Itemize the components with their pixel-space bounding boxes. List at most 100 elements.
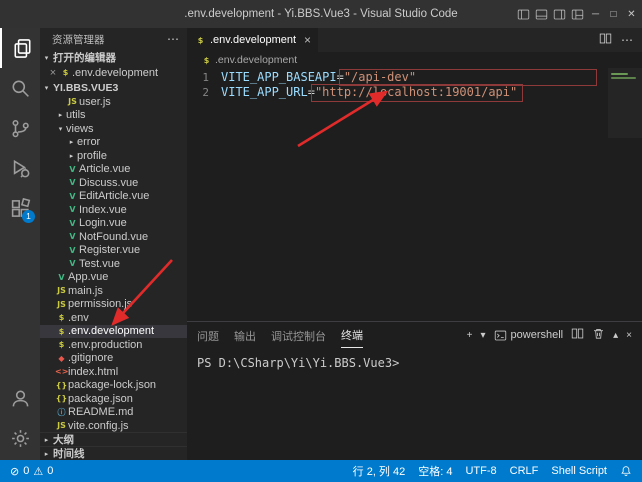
outline-section-header[interactable]: ▸ 大纲 <box>40 432 187 446</box>
terminal-profile-chevron-icon[interactable]: ▾ <box>481 330 486 341</box>
tree-item[interactable]: V Index.vue <box>40 203 187 217</box>
tree-item[interactable]: V NotFound.vue <box>40 230 187 244</box>
tab-close-icon[interactable]: × <box>304 33 311 47</box>
tree-item[interactable]: JS user.js <box>40 95 187 109</box>
eol-status[interactable]: CRLF <box>510 465 539 477</box>
file-type-icon: V <box>66 165 79 174</box>
error-icon: ⊘ <box>10 465 19 478</box>
activity-bar-bottom <box>0 378 40 458</box>
language-mode[interactable]: Shell Script <box>551 465 607 477</box>
kill-terminal-icon[interactable] <box>592 327 605 343</box>
tree-item[interactable]: {} package.json <box>40 392 187 406</box>
tree-item[interactable]: {} package-lock.json <box>40 379 187 393</box>
tree-item[interactable]: V EditArticle.vue <box>40 190 187 204</box>
panel-tab[interactable]: 输出 <box>234 323 256 348</box>
tree-item[interactable]: ▸ error <box>40 136 187 150</box>
tree-item[interactable]: V Article.vue <box>40 163 187 177</box>
close-panel-icon[interactable]: × <box>626 330 632 341</box>
extensions-badge: 1 <box>22 210 35 223</box>
tree-item[interactable]: $ .env.development <box>40 325 187 339</box>
sidebar-title: 资源管理器 <box>52 32 105 47</box>
tree-item[interactable]: V Login.vue <box>40 217 187 231</box>
search-icon[interactable] <box>0 68 40 108</box>
tree-item[interactable]: JS main.js <box>40 284 187 298</box>
account-icon[interactable] <box>0 378 40 418</box>
encoding-status[interactable]: UTF-8 <box>465 465 496 477</box>
code-editor[interactable]: 1 VITE_APP_BASEAPI="/api-dev" 2 VITE_APP… <box>187 68 642 322</box>
chevron-right-icon: ▸ <box>40 436 53 444</box>
minimize-button[interactable]: ─ <box>587 0 604 28</box>
folder-chevron-icon: ▸ <box>55 111 66 119</box>
tree-item[interactable]: ▸ utils <box>40 109 187 123</box>
file-type-icon: V <box>66 232 79 241</box>
file-type-icon: V <box>66 259 79 268</box>
tab-env-development[interactable]: $ .env.development × <box>187 28 318 52</box>
maximize-panel-icon[interactable]: ▴ <box>613 330 618 341</box>
new-terminal-icon[interactable]: + <box>467 330 473 341</box>
file-tree: JS user.js ▸ utils ▾ views ▸ error ▸ <box>40 95 187 433</box>
tree-item[interactable]: JS permission.js <box>40 298 187 312</box>
activity-bar: 1 <box>0 28 40 460</box>
tree-item[interactable]: ▸ profile <box>40 149 187 163</box>
file-type-icon: V <box>66 192 79 201</box>
title-bar: .env.development - Yi.BBS.Vue3 - Visual … <box>0 0 642 28</box>
terminal[interactable]: PS D:\CSharp\Yi\Yi.BBS.Vue3> <box>187 348 642 378</box>
tree-item[interactable]: ◆ .gitignore <box>40 352 187 366</box>
file-type-icon: <> <box>55 367 68 376</box>
file-type-icon: V <box>55 273 68 282</box>
file-type-icon: $ <box>55 327 68 336</box>
terminal-instance-item[interactable]: powershell <box>494 329 564 342</box>
close-icon[interactable]: × <box>47 67 59 79</box>
file-type-icon: ◆ <box>55 354 68 363</box>
maximize-button[interactable]: □ <box>605 0 622 28</box>
notifications-bell-icon[interactable] <box>620 465 632 477</box>
source-control-icon[interactable] <box>0 108 40 148</box>
tree-item[interactable]: <> index.html <box>40 365 187 379</box>
tree-item[interactable]: V App.vue <box>40 271 187 285</box>
open-editor-item[interactable]: × $ .env.development <box>40 65 187 80</box>
tree-item[interactable]: $ .env <box>40 311 187 325</box>
settings-gear-icon[interactable] <box>0 418 40 458</box>
window-controls: ─ □ ✕ <box>515 0 640 28</box>
file-type-icon: JS <box>55 300 68 309</box>
tree-item[interactable]: V Discuss.vue <box>40 176 187 190</box>
sidebar-bottom-sections: ▸ 大纲 ▸ 时间线 <box>40 432 187 460</box>
toggle-sidebar-icon[interactable] <box>515 0 532 28</box>
env-file-icon: $ <box>194 36 207 45</box>
project-root-header[interactable]: ▾ YI.BBS.VUE3 <box>40 80 187 95</box>
tree-item[interactable]: V Register.vue <box>40 244 187 258</box>
panel-tab[interactable]: 终端 <box>341 322 363 348</box>
open-editors-header[interactable]: ▾ 打开的编辑器 <box>40 50 187 65</box>
customize-layout-icon[interactable] <box>569 0 586 28</box>
breadcrumb[interactable]: $ .env.development <box>187 52 642 68</box>
panel-tab[interactable]: 问题 <box>197 323 219 348</box>
cursor-position[interactable]: 行 2, 列 42 <box>353 463 406 479</box>
toggle-panel-icon[interactable] <box>533 0 550 28</box>
tree-item[interactable]: ⓘ README.md <box>40 406 187 420</box>
toggle-secondary-sidebar-icon[interactable] <box>551 0 568 28</box>
problems-status[interactable]: ⊘ 0 ⚠ 0 <box>10 465 53 478</box>
close-window-button[interactable]: ✕ <box>623 0 640 28</box>
folder-chevron-icon: ▸ <box>66 152 77 160</box>
timeline-section-header[interactable]: ▸ 时间线 <box>40 446 187 460</box>
minimap[interactable] <box>608 68 642 138</box>
indentation-status[interactable]: 空格: 4 <box>418 463 452 479</box>
tree-item[interactable]: JS vite.config.js <box>40 419 187 433</box>
extensions-icon[interactable]: 1 <box>0 188 40 228</box>
chevron-down-icon: ▾ <box>40 54 53 62</box>
split-editor-icon[interactable] <box>599 32 612 48</box>
panel-tab[interactable]: 调试控制台 <box>271 323 326 348</box>
tree-item[interactable]: V Test.vue <box>40 257 187 271</box>
status-bar: ⊘ 0 ⚠ 0 行 2, 列 42 空格: 4 UTF-8 CRLF Shell… <box>0 460 642 482</box>
file-type-icon: {} <box>55 394 68 403</box>
sidebar-more-actions-icon[interactable]: ⋯ <box>167 32 179 46</box>
editor-more-actions-icon[interactable]: ⋯ <box>621 33 633 47</box>
file-type-icon: {} <box>55 381 68 390</box>
file-type-icon: ⓘ <box>55 407 68 418</box>
env-file-icon: $ <box>200 56 213 65</box>
tree-item[interactable]: $ .env.production <box>40 338 187 352</box>
split-terminal-icon[interactable] <box>571 327 584 343</box>
tree-item[interactable]: ▾ views <box>40 122 187 136</box>
run-debug-icon[interactable] <box>0 148 40 188</box>
explorer-icon[interactable] <box>0 28 42 68</box>
